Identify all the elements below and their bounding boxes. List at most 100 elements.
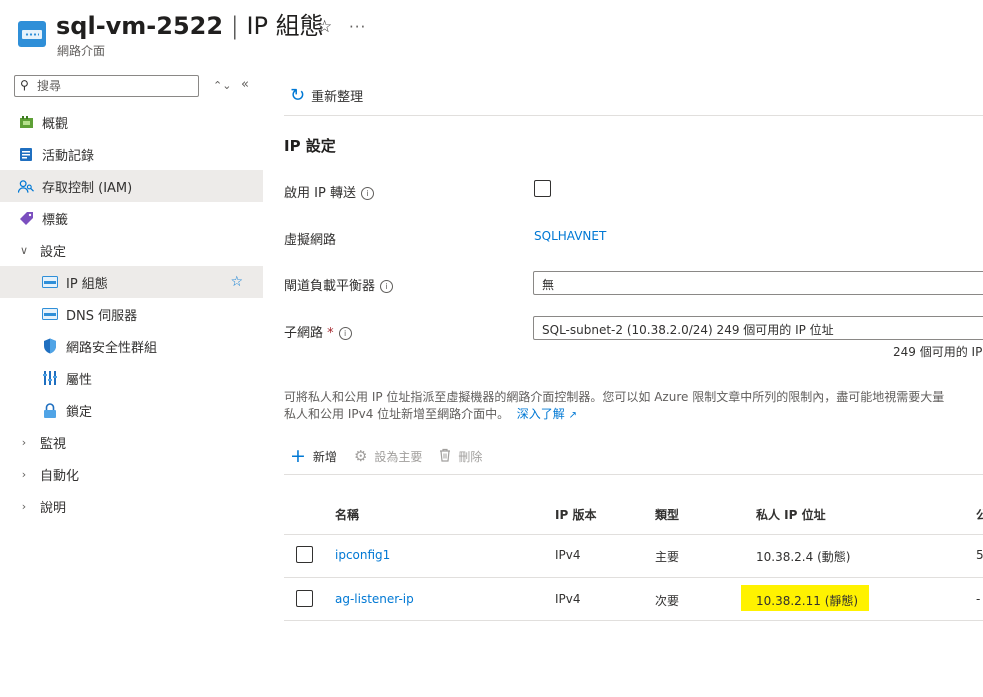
- sidebar-item-label: 活動記錄: [42, 148, 95, 164]
- table-cell-ip-version: IPv4: [555, 592, 581, 606]
- sidebar-group-automation[interactable]: › 自動化: [0, 458, 263, 490]
- sidebar-item-nsg[interactable]: 網路安全性群組: [0, 330, 263, 362]
- subnet-label: 子網路 * i: [284, 322, 352, 341]
- sidebar-item-properties[interactable]: 屬性: [0, 362, 263, 394]
- info-icon[interactable]: i: [360, 187, 374, 200]
- sidebar-item-ip-config[interactable]: IP 組態 ☆: [0, 266, 263, 298]
- chevron-right-icon: ›: [21, 467, 27, 481]
- favorite-star-icon[interactable]: ☆: [230, 274, 243, 290]
- ip-config-description: 可將私人和公用 IP 位址指派至虛擬機器的網路介面控制器。您可以如 Azure …: [284, 389, 983, 424]
- info-icon[interactable]: i: [338, 327, 352, 340]
- sidebar-item-overview[interactable]: 概觀: [0, 106, 263, 138]
- table-cell-type: 次要: [655, 594, 680, 608]
- info-icon[interactable]: i: [380, 280, 394, 293]
- delete-label: 刪除: [458, 449, 483, 464]
- search-input[interactable]: [37, 77, 192, 95]
- sidebar-item-label: 屬性: [66, 372, 93, 388]
- set-primary-button[interactable]: ⚙ 設為主要: [354, 447, 422, 465]
- sidebar-group-settings[interactable]: ∨ 設定: [0, 234, 263, 266]
- table-cell-public-ip: 5: [976, 548, 983, 562]
- sidebar-item-label: 鎖定: [66, 404, 93, 420]
- sidebar-item-label: 設定: [40, 244, 67, 260]
- sidebar-item-label: 說明: [40, 500, 67, 516]
- ip-forwarding-label: 啟用 IP 轉送 i: [284, 182, 374, 201]
- sidebar-item-label: 概觀: [42, 116, 69, 132]
- required-asterisk: *: [327, 326, 334, 341]
- table-header-divider: [284, 534, 983, 535]
- column-header-public-ip[interactable]: 公: [976, 506, 983, 523]
- external-link-icon: ↗: [568, 410, 578, 421]
- vnet-link[interactable]: SQLHAVNET: [534, 229, 606, 243]
- toolbar-divider: [284, 474, 983, 475]
- sidebar-item-dns-servers[interactable]: DNS 伺服器: [0, 298, 263, 330]
- chevron-right-icon: ›: [21, 499, 27, 513]
- star-icon[interactable]: ☆: [317, 17, 332, 37]
- sidebar-item-tags[interactable]: 標籤: [0, 202, 263, 234]
- subnet-available-hint: 249 個可用的 IP: [893, 345, 983, 359]
- page-title: sql-vm-2522 | IP 組態: [56, 12, 324, 40]
- search-box[interactable]: ⚲: [14, 75, 199, 97]
- ip-config-toolbar: + 新增 ⚙ 設為主要 刪除: [290, 445, 499, 467]
- field-label: 子網路: [284, 326, 324, 341]
- column-header-type[interactable]: 類型: [655, 506, 679, 523]
- search-icon: ⚲: [20, 78, 29, 92]
- toolbar-divider: [284, 115, 983, 116]
- sidebar-item-label: 標籤: [42, 212, 69, 228]
- sidebar-item-label: 網路安全性群組: [66, 340, 158, 356]
- sidebar-item-label: IP 組態: [66, 276, 108, 292]
- table-cell-type: 主要: [655, 550, 680, 564]
- overview-icon: [18, 114, 34, 130]
- description-line: 可將私人和公用 IP 位址指派至虛擬機器的網路介面控制器。您可以如 Azure …: [284, 390, 945, 404]
- gear-icon: ⚙: [353, 447, 368, 465]
- tag-icon: [18, 210, 34, 226]
- sidebar-item-label: 自動化: [40, 468, 80, 484]
- refresh-button[interactable]: ↻ 重新整理: [290, 86, 363, 105]
- blade-name: IP 組態: [246, 12, 324, 40]
- gateway-lb-dropdown[interactable]: 無: [533, 271, 983, 295]
- trash-icon: [439, 448, 451, 465]
- vnet-label: 虛擬網路: [284, 233, 337, 248]
- collapse-sidebar-icon[interactable]: «: [241, 77, 249, 92]
- ip-forwarding-checkbox[interactable]: [534, 180, 551, 197]
- sidebar-item-label: 存取控制 (IAM): [42, 180, 133, 196]
- chevron-down-icon: ∨: [19, 243, 29, 257]
- sidebar-item-label: DNS 伺服器: [66, 308, 138, 324]
- add-button[interactable]: + 新增: [290, 445, 337, 467]
- field-label: 啟用 IP 轉送: [284, 186, 356, 201]
- resource-name: sql-vm-2522: [56, 12, 224, 40]
- field-label: 閘道負載平衡器: [284, 279, 376, 294]
- sidebar-item-iam[interactable]: 存取控制 (IAM): [0, 170, 263, 202]
- plus-icon: +: [290, 445, 306, 467]
- gateway-lb-label: 閘道負載平衡器 i: [284, 275, 394, 294]
- column-header-private-ip[interactable]: 私人 IP 位址: [756, 506, 826, 523]
- ip-config-name-link[interactable]: ipconfig1: [335, 548, 390, 562]
- column-header-ip-version[interactable]: IP 版本: [555, 506, 596, 523]
- sidebar-group-monitoring[interactable]: › 監視: [0, 426, 263, 458]
- sidebar-group-help[interactable]: › 說明: [0, 490, 263, 522]
- row-checkbox[interactable]: [296, 546, 313, 563]
- set-primary-label: 設為主要: [374, 449, 423, 464]
- lock-icon: [42, 402, 58, 418]
- column-header-name[interactable]: 名稱: [335, 506, 359, 523]
- title-separator: |: [230, 12, 239, 40]
- sidebar-item-activity-log[interactable]: 活動記錄: [0, 138, 263, 170]
- chevron-right-icon: ›: [21, 435, 27, 449]
- delete-button[interactable]: 刪除: [439, 448, 482, 465]
- row-checkbox[interactable]: [296, 590, 313, 607]
- ip-config-icon: [42, 274, 58, 290]
- sidebar-item-locks[interactable]: 鎖定: [0, 394, 263, 426]
- section-title: IP 設定: [284, 137, 336, 155]
- subnet-dropdown[interactable]: SQL-subnet-2 (10.38.2.0/24) 249 個可用的 IP …: [533, 316, 983, 340]
- table-cell-private-ip: 10.38.2.11 (靜態): [756, 594, 859, 608]
- table-cell-ip-version: IPv4: [555, 548, 581, 562]
- sidebar-item-label: 監視: [40, 436, 67, 452]
- description-line: 私人和公用 IPv4 位址新增至網路介面中。: [284, 407, 510, 421]
- sort-icon[interactable]: ⌃⌄: [213, 79, 231, 92]
- nsg-icon: [42, 338, 58, 354]
- refresh-icon: ↻: [290, 84, 306, 106]
- add-label: 新增: [312, 449, 337, 464]
- ip-config-name-link[interactable]: ag-listener-ip: [335, 592, 414, 606]
- learn-more-link[interactable]: 深入了解 ↗: [517, 407, 577, 421]
- ellipsis-icon[interactable]: ···: [349, 18, 366, 36]
- table-cell-public-ip: -: [976, 592, 981, 606]
